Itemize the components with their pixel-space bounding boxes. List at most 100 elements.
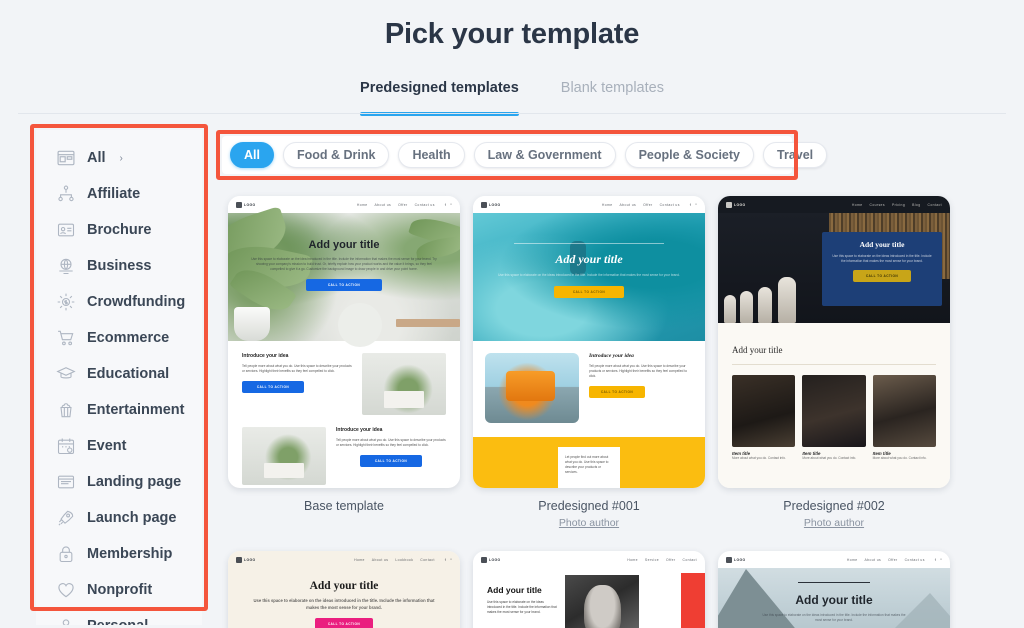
logo-mark-icon bbox=[481, 201, 487, 208]
sidebar-item-all-label: All bbox=[87, 150, 106, 166]
preview-accent-bar bbox=[681, 573, 705, 628]
preview-section-title: Introduce your idea bbox=[336, 427, 383, 433]
preview-nav-links: Home About us Offer Contact us bbox=[847, 558, 925, 562]
preview-logo: LOGO bbox=[726, 556, 746, 563]
template-grid-row-1: LOGO Home About us Offer Contact us f ᵛ bbox=[228, 196, 968, 529]
template-preview-row2-1[interactable]: LOGO Home About us Lookbook Contact f ᵛ bbox=[228, 551, 460, 628]
filter-chip-all[interactable]: All bbox=[230, 142, 274, 168]
preview-logo-text: LOGO bbox=[734, 557, 746, 562]
preview-section-title: Add your title bbox=[732, 345, 783, 355]
sidebar-item-educational[interactable]: Educational bbox=[36, 356, 202, 392]
preview-nav-link: About us bbox=[619, 202, 637, 207]
preview-logo-text: LOGO bbox=[489, 202, 501, 207]
template-card-row2-3[interactable]: LOGO Home About us Offer Contact us f ᵛ bbox=[718, 551, 950, 628]
preview-nav: LOGO Home Service Offer Contact bbox=[473, 551, 705, 568]
logo-mark-icon bbox=[236, 201, 242, 208]
template-card-predesigned-001[interactable]: LOGO Home About us Offer Contact us f ᵛ bbox=[473, 196, 705, 529]
sidebar-item-membership[interactable]: Membership bbox=[36, 536, 202, 572]
template-card-caption: Base template bbox=[304, 499, 384, 513]
template-preview-base-template[interactable]: LOGO Home About us Offer Contact us f ᵛ bbox=[228, 196, 460, 488]
preview-cta-button: CALL TO ACTION bbox=[360, 455, 422, 468]
sidebar-item-all[interactable]: All › bbox=[36, 140, 202, 176]
lock-icon bbox=[56, 544, 76, 564]
preview-nav-link: Contact us bbox=[414, 202, 435, 207]
sidebar-item-launch-page[interactable]: Launch page bbox=[36, 500, 202, 536]
sidebar-item-entertainment[interactable]: Entertainment bbox=[36, 392, 202, 428]
template-card-row2-2[interactable]: LOGO Home Service Offer Contact Add your… bbox=[473, 551, 705, 628]
tab-blank-templates[interactable]: Blank templates bbox=[561, 80, 664, 110]
preview-section-title: Introduce your idea bbox=[589, 353, 634, 359]
filter-chip-law-and-government[interactable]: Law & Government bbox=[473, 142, 616, 168]
photo-author-link[interactable]: Photo author bbox=[718, 517, 950, 529]
template-card-base-template[interactable]: LOGO Home About us Offer Contact us f ᵛ bbox=[228, 196, 460, 529]
template-card-predesigned-002[interactable]: LOGO Home Courses Pricing Blog Contact A… bbox=[718, 196, 950, 529]
sidebar-item-affiliate-label: Affiliate bbox=[87, 186, 141, 202]
person-icon bbox=[56, 616, 76, 625]
preview-cta-button: CALL TO ACTION bbox=[554, 286, 624, 299]
filter-chip-food-and-drink[interactable]: Food & Drink bbox=[282, 142, 390, 168]
sidebar-item-nonprofit[interactable]: Nonprofit bbox=[36, 572, 202, 608]
preview-hero-paragraph: Use this space to elaborate on the ideas… bbox=[253, 598, 435, 610]
page-title: Pick your template bbox=[384, 18, 640, 50]
sidebar-item-crowdfunding-label: Crowdfunding bbox=[87, 294, 186, 310]
photo-author-link[interactable]: Photo author bbox=[473, 517, 705, 529]
filter-chip-travel[interactable]: Travel bbox=[763, 142, 828, 168]
twitter-icon: ᵛ bbox=[695, 202, 697, 207]
template-preview-row2-3[interactable]: LOGO Home About us Offer Contact us f ᵛ bbox=[718, 551, 950, 628]
logo-mark-icon bbox=[481, 556, 487, 563]
sidebar-item-affiliate[interactable]: Affiliate bbox=[36, 176, 202, 212]
preview-hero-title: Add your title bbox=[309, 580, 379, 592]
template-preview-predesigned-002[interactable]: LOGO Home Courses Pricing Blog Contact A… bbox=[718, 196, 950, 488]
sidebar-item-membership-label: Membership bbox=[87, 546, 173, 562]
preview-hero: LOGO Home About us Offer Contact us f ᵛ bbox=[718, 551, 950, 628]
preview-hero-title: Add your title bbox=[487, 585, 542, 595]
preview-logo: LOGO bbox=[481, 201, 501, 208]
template-preview-predesigned-001[interactable]: LOGO Home About us Offer Contact us f ᵛ bbox=[473, 196, 705, 488]
dollar-network-icon bbox=[56, 292, 76, 312]
preview-nav: LOGO Home About us Offer Contact us f ᵛ bbox=[473, 196, 705, 213]
preview-nav: LOGO Home About us Lookbook Contact f ᵛ bbox=[228, 551, 460, 568]
sidebar-item-landing-page[interactable]: Landing page bbox=[36, 464, 202, 500]
calendar-icon bbox=[56, 436, 76, 456]
tab-predesigned-templates[interactable]: Predesigned templates bbox=[360, 80, 519, 116]
sidebar-item-brochure-label: Brochure bbox=[87, 222, 152, 238]
preview-logo-text: LOGO bbox=[244, 557, 256, 562]
template-grid-row-2: LOGO Home About us Lookbook Contact f ᵛ bbox=[228, 551, 968, 628]
logo-mark-icon bbox=[236, 556, 242, 563]
preview-section-1: Introduce your idea Tell people more abo… bbox=[473, 341, 705, 423]
browser-window-icon bbox=[56, 148, 76, 168]
template-preview-row2-2[interactable]: LOGO Home Service Offer Contact Add your… bbox=[473, 551, 705, 628]
filter-chip-people-and-society[interactable]: People & Society bbox=[624, 142, 755, 168]
logo-mark-icon bbox=[726, 201, 732, 208]
category-sidebar[interactable]: All › Affiliate Brochure Business Crowdf… bbox=[36, 130, 202, 625]
sidebar-item-entertainment-label: Entertainment bbox=[87, 402, 185, 418]
sidebar-item-brochure[interactable]: Brochure bbox=[36, 212, 202, 248]
preview-social-icons: f ᵛ bbox=[690, 202, 697, 207]
facebook-icon: f bbox=[444, 202, 447, 207]
preview-hero-title: Add your title bbox=[795, 593, 873, 607]
preview-logo: LOGO bbox=[481, 556, 501, 563]
preview-nav-link: Contact us bbox=[904, 557, 925, 562]
preview-nav-links: Home About us Offer Contact us bbox=[602, 203, 680, 207]
preview-hero: LOGO Home Service Offer Contact Add your… bbox=[473, 551, 705, 628]
logo-mark-icon bbox=[726, 556, 732, 563]
template-card-row2-1[interactable]: LOGO Home About us Lookbook Contact f ᵛ bbox=[228, 551, 460, 628]
sidebar-item-personal[interactable]: Personal bbox=[36, 608, 202, 625]
preview-nav-links: Home About us Lookbook Contact bbox=[354, 558, 435, 562]
sidebar-item-business-label: Business bbox=[87, 258, 152, 274]
preview-nav-link: Home bbox=[354, 557, 365, 562]
sidebar-item-business[interactable]: Business bbox=[36, 248, 202, 284]
preview-nav-link: Home bbox=[601, 202, 613, 207]
sidebar-item-crowdfunding[interactable]: Crowdfunding bbox=[36, 284, 202, 320]
filter-chip-health[interactable]: Health bbox=[398, 142, 465, 168]
preview-nav-link: Offer bbox=[643, 202, 653, 207]
preview-cta-button: CALL TO ACTION bbox=[242, 381, 304, 394]
preview-nav-link: Courses bbox=[869, 202, 885, 207]
preview-nav-link: Home bbox=[851, 202, 863, 207]
preview-cta-button: CALL TO ACTION bbox=[306, 279, 382, 292]
preview-hero-paragraph: Use this space to elaborate on the idea … bbox=[251, 257, 437, 272]
sidebar-item-ecommerce[interactable]: Ecommerce bbox=[36, 320, 202, 356]
preview-logo: LOGO bbox=[726, 201, 746, 208]
preview-nav-link: Pricing bbox=[891, 202, 906, 207]
sidebar-item-event[interactable]: Event bbox=[36, 428, 202, 464]
